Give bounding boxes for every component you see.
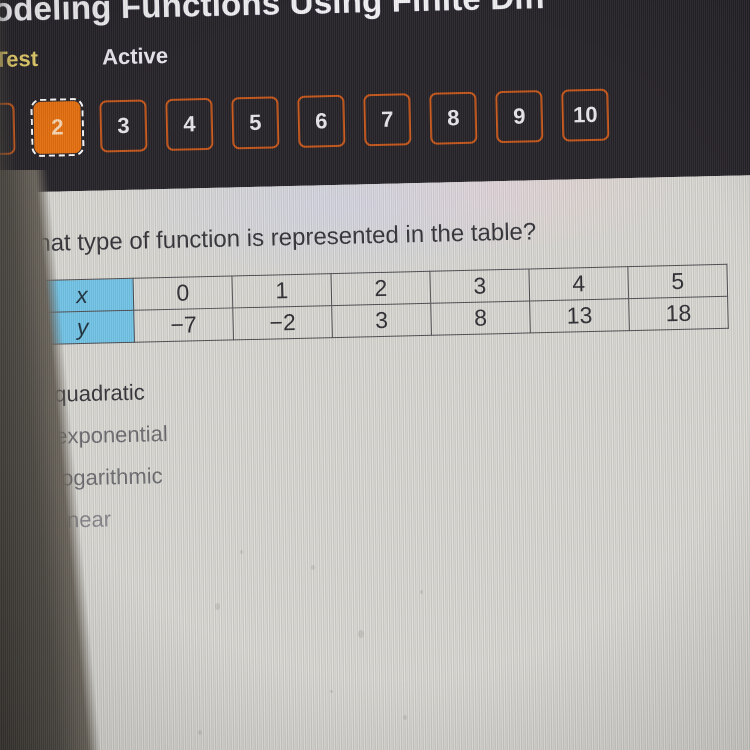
table-cell-x-4: 4 [528,266,629,301]
table-cell-x-5: 5 [627,264,728,299]
question-button-5[interactable]: 5 [231,96,280,150]
question-prompt: What type of function is represented in … [14,218,537,258]
table-row-label-y: y [30,310,135,345]
table-cell-y-2: 3 [331,303,432,338]
question-button-7[interactable]: 7 [363,93,412,147]
tab-active[interactable]: Active [102,43,169,71]
table-row-label-x: x [30,278,134,313]
quiz-header: Modeling Functions Using Finite Diff re-… [0,0,750,194]
table-cell-x-1: 1 [231,273,332,308]
question-button-9[interactable]: 9 [495,90,544,144]
table-cell-y-5: 18 [628,296,729,331]
question-button-4[interactable]: 4 [165,97,214,151]
table-cell-x-3: 3 [429,268,530,304]
page-title: Modeling Functions Using Finite Diff [0,0,547,29]
answer-options-group: quadratic exponential logarithmic linear [18,371,170,542]
screenshot-photo: Modeling Functions Using Finite Diff re-… [0,0,750,750]
table-cell-x-2: 2 [330,271,431,306]
answer-option-quadratic[interactable]: quadratic [18,371,167,416]
answer-label-linear: linear [56,506,112,533]
question-number-nav: 1 2 3 4 5 6 7 8 9 10 [0,88,610,158]
answer-option-exponential[interactable]: exponential [19,413,168,458]
question-button-2[interactable]: 2 [30,97,85,158]
answer-label-logarithmic: logarithmic [55,463,163,491]
answer-label-exponential: exponential [54,421,169,449]
question-button-1[interactable]: 1 [0,102,16,156]
quiz-tabs: re-Test Active [0,43,168,74]
question-button-8[interactable]: 8 [429,91,478,145]
answer-label-quadratic: quadratic [53,379,146,407]
question-content-area: What type of function is represented in … [0,174,750,750]
screen-surface: Modeling Functions Using Finite Diff re-… [0,0,750,750]
question-button-3[interactable]: 3 [99,99,148,153]
table-cell-y-4: 13 [529,298,630,333]
radio-icon-logarithmic[interactable] [19,469,40,490]
radio-icon-linear[interactable] [20,511,41,531]
radio-icon-exponential[interactable] [19,427,39,448]
answer-option-logarithmic[interactable]: logarithmic [19,455,169,500]
question-button-10[interactable]: 10 [561,88,610,142]
tab-pre-test[interactable]: re-Test [0,46,38,74]
table-cell-y-1: −2 [232,305,333,340]
function-values-table: x 0 1 2 3 4 5 y −7 −2 3 8 13 18 [30,264,729,345]
answer-option-linear[interactable]: linear [20,497,170,542]
table-cell-y-0: −7 [133,307,234,343]
question-button-6[interactable]: 6 [297,94,346,148]
table-cell-y-3: 8 [430,300,531,336]
radio-icon-quadratic[interactable] [18,385,38,406]
table-cell-x-0: 0 [133,275,233,311]
